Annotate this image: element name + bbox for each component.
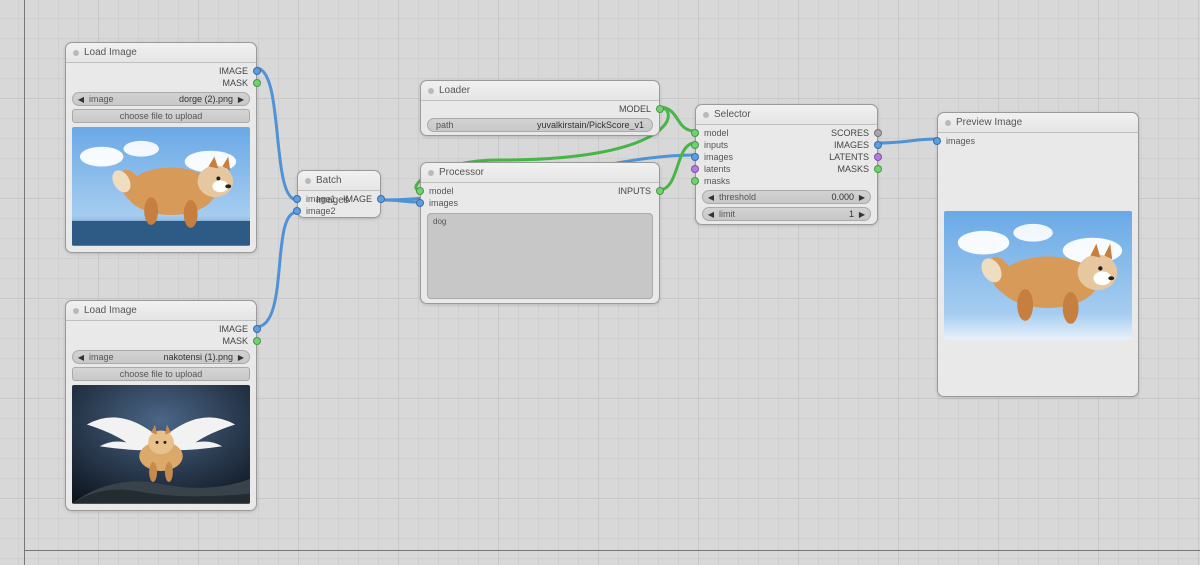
output-scores-label: SCORES [787,128,870,138]
input-image1-label: image1 [306,194,339,204]
input-port-inputs[interactable] [691,141,699,149]
output-port-image[interactable] [253,67,261,75]
input-inputs-label: inputs [704,140,787,150]
output-mask-label: MASK [74,336,248,346]
output-latents-label: LATENTS [787,152,870,162]
widget-limit[interactable]: ◀ limit 1 ▶ [702,207,871,221]
output-model-label: MODEL [429,104,651,114]
arrow-right-icon[interactable]: ▶ [858,210,866,219]
widget-label: image [85,352,118,362]
input-images-label: images [946,136,1130,146]
widget-path[interactable]: path yuvalkirstain/PickScore_v1 [427,118,653,132]
node-preview-image[interactable]: Preview Image images [937,112,1139,397]
output-port-inputs[interactable] [656,187,664,195]
input-port-latents[interactable] [691,165,699,173]
node-loader[interactable]: Loader MODEL path yuvalkirstain/PickScor… [420,80,660,136]
input-port-images[interactable] [416,199,424,207]
widget-image-selector[interactable]: ◀ image nakotensi (1).png ▶ [72,350,250,364]
node-title[interactable]: Selector [696,105,877,125]
widget-label: threshold [715,192,760,202]
input-port-image2[interactable] [293,207,301,215]
output-port-model[interactable] [656,105,664,113]
input-port-model[interactable] [416,187,424,195]
node-title[interactable]: Load Image [66,301,256,321]
output-port-image[interactable] [377,195,385,203]
widget-value: dorge (2).png [118,94,237,104]
image-preview [72,127,250,246]
output-port-images[interactable] [874,141,882,149]
arrow-left-icon[interactable]: ◀ [707,193,715,202]
output-port-latents[interactable] [874,153,882,161]
canvas-border-left [24,0,25,565]
input-model-label: model [429,186,540,196]
image-preview [944,211,1132,340]
output-image-label: IMAGE [74,324,248,334]
arrow-left-icon[interactable]: ◀ [77,95,85,104]
output-port-mask[interactable] [253,337,261,345]
node-title[interactable]: Load Image [66,43,256,63]
input-port-image1[interactable] [293,195,301,203]
widget-value: 0.000 [760,192,858,202]
input-image2-label: image2 [306,206,372,216]
input-masks-label: masks [704,176,869,186]
spacer [938,147,1138,207]
output-port-image[interactable] [253,325,261,333]
arrow-right-icon[interactable]: ▶ [237,353,245,362]
arrow-right-icon[interactable]: ▶ [858,193,866,202]
output-images-label: IMAGES [787,140,870,150]
input-model-label: model [704,128,787,138]
node-batch-images[interactable]: Batch Images image1 IMAGE image2 [297,170,381,218]
node-title[interactable]: Loader [421,81,659,101]
widget-label: limit [715,209,739,219]
choose-file-button[interactable]: choose file to upload [72,109,250,123]
node-load-image-1[interactable]: Load Image IMAGE MASK ◀ image dorge (2).… [65,42,257,253]
output-port-scores[interactable] [874,129,882,137]
input-port-model[interactable] [691,129,699,137]
arrow-right-icon[interactable]: ▶ [237,95,245,104]
widget-value: nakotensi (1).png [118,352,237,362]
node-load-image-2[interactable]: Load Image IMAGE MASK ◀ image nakotensi … [65,300,257,511]
output-image-label: IMAGE [339,194,372,204]
node-selector[interactable]: Selector model SCORES inputs IMAGES imag… [695,104,878,225]
widget-value: yuvalkirstain/PickScore_v1 [458,120,648,130]
image-preview [72,385,250,504]
widget-image-selector[interactable]: ◀ image dorge (2).png ▶ [72,92,250,106]
arrow-left-icon[interactable]: ◀ [77,353,85,362]
output-port-masks[interactable] [874,165,882,173]
widget-label: image [85,94,118,104]
output-inputs-label: INPUTS [540,186,651,196]
output-mask-label: MASK [74,78,248,88]
input-images-label: images [704,152,787,162]
arrow-left-icon[interactable]: ◀ [707,210,715,219]
output-masks-label: MASKS [787,164,870,174]
input-images-label: images [429,198,651,208]
output-port-mask[interactable] [253,79,261,87]
node-processor[interactable]: Processor model INPUTS images dog [420,162,660,304]
widget-threshold[interactable]: ◀ threshold 0.000 ▶ [702,190,871,204]
node-title[interactable]: Preview Image [938,113,1138,133]
widget-value: 1 [739,209,858,219]
widget-label: path [432,120,458,130]
input-port-images[interactable] [691,153,699,161]
choose-file-button[interactable]: choose file to upload [72,367,250,381]
node-title[interactable]: Processor [421,163,659,183]
node-title[interactable]: Batch Images [298,171,380,191]
text-input[interactable]: dog [427,213,653,299]
input-latents-label: latents [704,164,787,174]
spacer [938,346,1138,396]
output-image-label: IMAGE [74,66,248,76]
input-port-images[interactable] [933,137,941,145]
canvas-border-bottom [24,550,1200,551]
input-port-masks[interactable] [691,177,699,185]
